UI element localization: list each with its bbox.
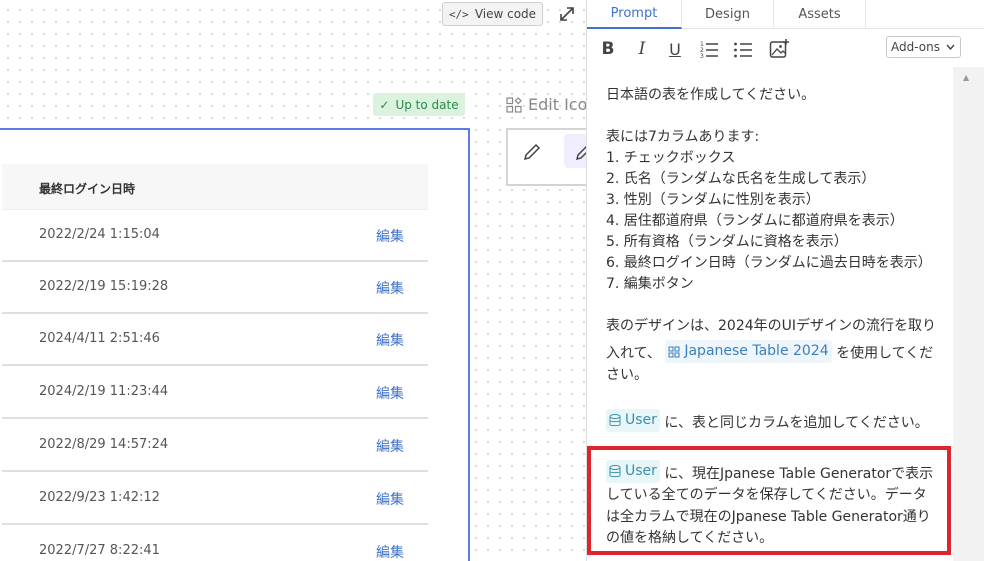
prompt-line: 日本語の表を作成してください。 [606,87,816,103]
addons-dropdown[interactable]: Add-ons [886,36,961,58]
code-icon: </> [448,7,469,21]
edit-button[interactable]: 編集 [376,489,404,509]
table-row: 2022/7/27 8:22:41 編集 [2,526,428,561]
prompt-text: 入れて、 [606,345,661,362]
last-login-cell: 2024/2/19 11:23:44 [39,384,169,399]
chevron-down-icon [946,44,955,50]
table-row: 2022/2/24 1:15:04 編集 [2,210,428,262]
edit-icons-frame[interactable] [506,128,598,186]
ordered-list-icon[interactable]: 1 2 3 [699,38,719,60]
bullet-list-icon[interactable] [733,38,753,60]
prompt-line: 1. チェックボックス [606,150,736,166]
table-row: 2022/8/29 14:57:24 編集 [2,420,428,472]
prompt-line: 表のデザインは、2024年のUIデザインの流行を取り [606,318,937,334]
status-badge-label: Up to date [395,97,459,112]
table-header: 最終ログイン日時 [2,164,428,210]
addons-label: Add-ons [891,40,940,54]
add-image-icon[interactable] [769,38,789,60]
prompt-line: 6. 最終ログイン日時（ランダムに過去日時を表示） [606,255,932,271]
last-login-cell: 2024/4/11 2:51:46 [39,331,160,346]
last-login-cell: 2022/2/24 1:15:04 [39,227,160,242]
prompt-line: 7. 編集ボタン [606,276,694,292]
edit-button[interactable]: 編集 [376,383,404,403]
prompt-line: 入れて、 Japanese Table 2024 を使用してくだ [606,340,933,365]
components-icon [668,346,680,357]
bold-icon[interactable]: B [599,38,617,60]
last-login-cell: 2022/8/29 14:57:24 [39,437,169,452]
scrollbar[interactable]: ▲ [953,67,984,561]
data-table: 最終ログイン日時 2022/2/24 1:15:04 編集 2022/2/19 … [2,164,428,561]
pencil-icon[interactable] [522,142,542,162]
view-code-label: View code [474,7,537,21]
edit-button[interactable]: 編集 [376,330,404,350]
prompt-line: User に、表と同じカラムを追加してください。 [606,409,929,434]
svg-text:3: 3 [700,53,704,60]
prompt-line: 2. 氏名（ランダムな氏名を生成して表示） [606,171,876,187]
italic-icon[interactable]: I [633,38,651,60]
tab-prompt[interactable]: Prompt [587,0,682,29]
database-chip-label: User [625,412,657,428]
component-chip-japanese-table[interactable]: Japanese Table 2024 [665,340,832,363]
edit-button[interactable]: 編集 [376,542,404,561]
table-row: 2022/9/23 1:42:12 編集 [2,473,428,525]
tab-assets[interactable]: Assets [774,0,866,29]
edit-icons-title-label: Edit Ico [528,95,588,114]
last-login-cell: 2022/2/19 15:19:28 [39,279,169,294]
components-icon [506,96,522,113]
check-icon: ✓ [379,97,390,112]
prompt-line: 4. 居住都道府県（ランダムに都道府県を表示） [606,213,904,229]
database-icon [609,414,621,427]
table-row: 2024/4/11 2:51:46 編集 [2,314,428,366]
edit-button[interactable]: 編集 [376,278,404,298]
last-login-cell: 2022/9/23 1:42:12 [39,490,160,505]
column-header-last-login: 最終ログイン日時 [39,182,136,196]
table-frame[interactable]: 最終ログイン日時 2022/2/24 1:15:04 編集 2022/2/19 … [0,128,470,561]
prompt-line: 表には7カラムあります: [606,129,760,145]
table-row: 2022/2/19 15:19:28 編集 [2,262,428,314]
edit-icons-frame-title[interactable]: Edit Ico [506,95,587,114]
table-row: 2024/2/19 11:23:44 編集 [2,367,428,419]
tab-design[interactable]: Design [682,0,774,29]
underline-icon[interactable]: U [665,38,685,60]
status-badge: ✓ Up to date [373,93,465,116]
database-chip-user[interactable]: User [606,409,660,432]
prompt-text: を使用してくだ [836,345,934,362]
last-login-cell: 2022/7/27 8:22:41 [39,543,160,558]
prompt-line: さい。 [606,367,648,383]
prompt-line: 3. 性別（ランダムに性別を表示） [606,192,820,208]
prompt-line: 5. 所有資格（ランダムに資格を表示） [606,234,848,250]
edit-button[interactable]: 編集 [376,436,404,456]
view-code-button[interactable]: </> View code [442,2,543,26]
highlight-annotation [587,446,951,555]
design-canvas[interactable]: </> View code ✓ Up to date Edit Ico 最終ログ… [0,0,598,561]
scroll-up-icon[interactable]: ▲ [963,73,969,82]
edit-button[interactable]: 編集 [376,226,404,246]
component-chip-label: Japanese Table 2024 [684,343,829,359]
panel-tabs: Prompt Design Assets [587,0,984,29]
format-toolbar: B I U 1 2 3 Add-ons [587,30,984,67]
prompt-text: に、表と同じカラムを追加してください。 [664,415,929,431]
expand-icon[interactable] [558,5,576,23]
